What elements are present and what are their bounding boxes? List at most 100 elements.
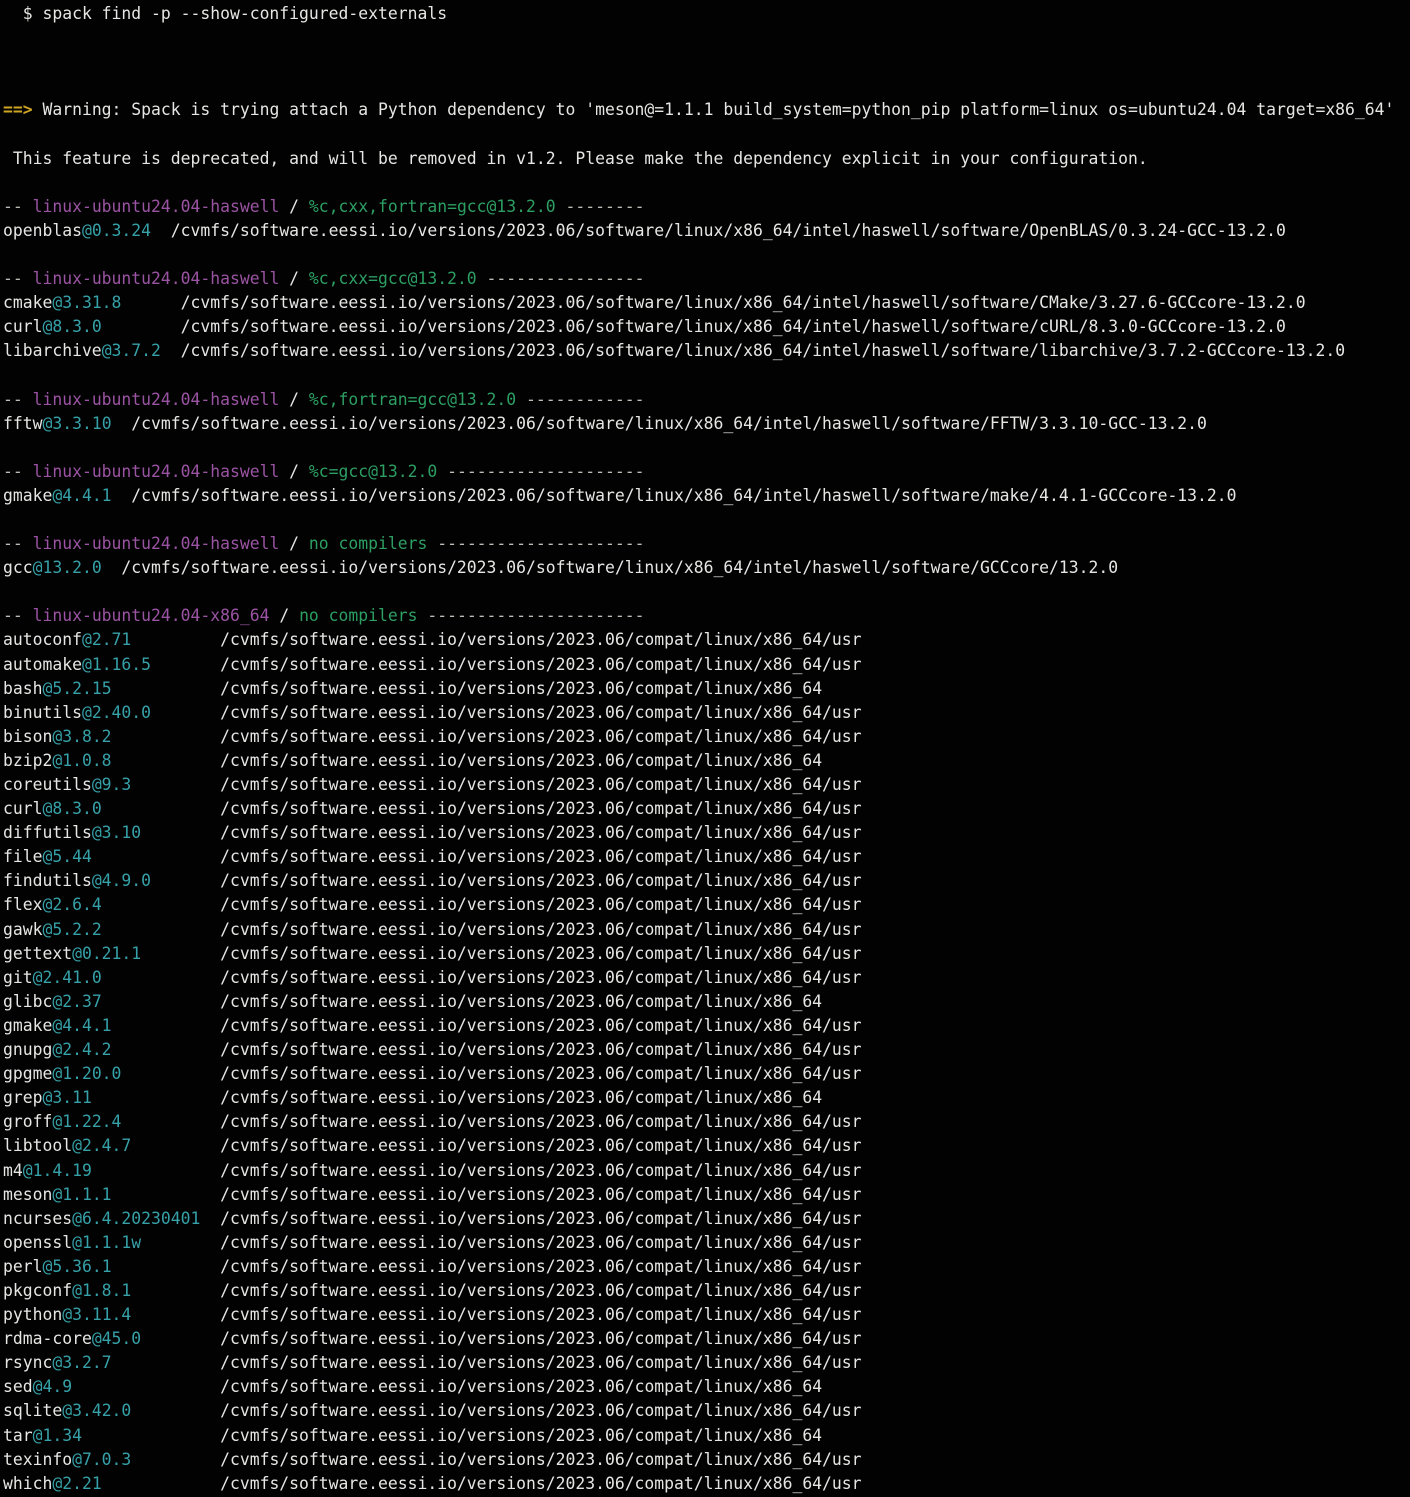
package-path: /cvmfs/software.eessi.io/versions/2023.0… [102, 895, 862, 914]
warning-text-2: This feature is deprecated, and will be … [3, 149, 1148, 168]
package-version: @2.6.4 [42, 895, 101, 914]
package-path: /cvmfs/software.eessi.io/versions/2023.0… [92, 1088, 822, 1107]
section-dashes: -------- [556, 197, 645, 216]
package-path: /cvmfs/software.eessi.io/versions/2023.0… [121, 1112, 861, 1131]
package-name: sed [3, 1377, 33, 1396]
package-name: coreutils [3, 775, 92, 794]
package-path: /cvmfs/software.eessi.io/versions/2023.0… [121, 1064, 861, 1083]
package-path: /cvmfs/software.eessi.io/versions/2023.0… [102, 920, 862, 939]
package-version: @2.40.0 [82, 703, 151, 722]
package-row: rdma-core@45.0 /cvmfs/software.eessi.io/… [3, 1327, 1410, 1351]
section-compilers: %c,fortran=gcc@13.2.0 [309, 390, 516, 409]
package-row: sqlite@3.42.0 /cvmfs/software.eessi.io/v… [3, 1399, 1410, 1423]
package-row: diffutils@3.10 /cvmfs/software.eessi.io/… [3, 821, 1410, 845]
package-version: @3.2.7 [52, 1353, 111, 1372]
package-name: bzip2 [3, 751, 52, 770]
package-name: diffutils [3, 823, 92, 842]
section-header-prefix: -- [3, 269, 33, 288]
package-version: @2.4.7 [72, 1136, 131, 1155]
blank-line [3, 50, 1410, 74]
package-name: meson [3, 1185, 52, 1204]
section-separator: / [279, 534, 309, 553]
package-row: openblas@0.3.24 /cvmfs/software.eessi.io… [3, 219, 1410, 243]
package-version: @7.0.3 [72, 1450, 131, 1469]
package-row: gnupg@2.4.2 /cvmfs/software.eessi.io/ver… [3, 1038, 1410, 1062]
warning-line-2: This feature is deprecated, and will be … [3, 147, 1410, 171]
blank-line [3, 243, 1410, 267]
package-row: pkgconf@1.8.1 /cvmfs/software.eessi.io/v… [3, 1279, 1410, 1303]
package-name: gettext [3, 944, 72, 963]
package-row: git@2.41.0 /cvmfs/software.eessi.io/vers… [3, 966, 1410, 990]
section-header: -- linux-ubuntu24.04-haswell / %c,cxx=gc… [3, 267, 1410, 291]
section-header: -- linux-ubuntu24.04-x86_64 / no compile… [3, 604, 1410, 628]
section-separator: / [279, 197, 309, 216]
command-line: $ spack find -p --show-configured-extern… [3, 2, 1410, 26]
package-path: /cvmfs/software.eessi.io/versions/2023.0… [102, 992, 822, 1011]
package-version: @5.44 [42, 847, 91, 866]
package-version: @3.31.8 [52, 293, 121, 312]
section-compilers: %c=gcc@13.2.0 [309, 462, 437, 481]
package-row: meson@1.1.1 /cvmfs/software.eessi.io/ver… [3, 1183, 1410, 1207]
package-path: /cvmfs/software.eessi.io/versions/2023.0… [151, 221, 1286, 240]
package-name: pkgconf [3, 1281, 72, 1300]
section-platform: linux-ubuntu24.04-x86_64 [33, 606, 270, 625]
section-separator: / [279, 390, 309, 409]
package-name: automake [3, 655, 82, 674]
section-compilers: no compilers [299, 606, 417, 625]
package-row: rsync@3.2.7 /cvmfs/software.eessi.io/ver… [3, 1351, 1410, 1375]
package-path: /cvmfs/software.eessi.io/versions/2023.0… [92, 1161, 862, 1180]
package-version: @1.1.1 [52, 1185, 111, 1204]
section-header: -- linux-ubuntu24.04-haswell / %c,fortra… [3, 388, 1410, 412]
package-name: sqlite [3, 1401, 62, 1420]
package-row: curl@8.3.0 /cvmfs/software.eessi.io/vers… [3, 797, 1410, 821]
package-version: @45.0 [92, 1329, 141, 1348]
package-name: groff [3, 1112, 52, 1131]
section-separator: / [269, 606, 299, 625]
package-name: findutils [3, 871, 92, 890]
section-compilers: %c,cxx,fortran=gcc@13.2.0 [309, 197, 556, 216]
package-row: gmake@4.4.1 /cvmfs/software.eessi.io/ver… [3, 1014, 1410, 1038]
package-row: libtool@2.4.7 /cvmfs/software.eessi.io/v… [3, 1134, 1410, 1158]
package-row: tar@1.34 /cvmfs/software.eessi.io/versio… [3, 1424, 1410, 1448]
package-version: @0.3.24 [82, 221, 151, 240]
package-path: /cvmfs/software.eessi.io/versions/2023.0… [161, 341, 1345, 360]
package-name: m4 [3, 1161, 23, 1180]
section-platform: linux-ubuntu24.04-haswell [33, 197, 280, 216]
sections: -- linux-ubuntu24.04-haswell / %c,cxx,fo… [3, 195, 1410, 1497]
package-path: /cvmfs/software.eessi.io/versions/2023.0… [102, 558, 1118, 577]
section-platform: linux-ubuntu24.04-haswell [33, 462, 280, 481]
package-version: @2.71 [82, 630, 131, 649]
package-name: openblas [3, 221, 82, 240]
package-row: which@2.21 /cvmfs/software.eessi.io/vers… [3, 1472, 1410, 1496]
package-path: /cvmfs/software.eessi.io/versions/2023.0… [112, 1185, 862, 1204]
section-dashes: ---------------------- [417, 606, 644, 625]
package-version: @1.16.5 [82, 655, 151, 674]
section-compilers: %c,cxx=gcc@13.2.0 [309, 269, 477, 288]
warning-line-1: ==> Warning: Spack is trying attach a Py… [3, 98, 1410, 122]
package-version: @1.0.8 [52, 751, 111, 770]
warning-arrow-icon: ==> [3, 100, 33, 119]
section-dashes: ---------------- [477, 269, 645, 288]
package-name: which [3, 1474, 52, 1493]
package-version: @5.2.2 [42, 920, 101, 939]
package-path: /cvmfs/software.eessi.io/versions/2023.0… [141, 1233, 861, 1252]
package-version: @3.10 [92, 823, 141, 842]
package-row: groff@1.22.4 /cvmfs/software.eessi.io/ve… [3, 1110, 1410, 1134]
package-path: /cvmfs/software.eessi.io/versions/2023.0… [112, 414, 1207, 433]
package-path: /cvmfs/software.eessi.io/versions/2023.0… [131, 630, 861, 649]
package-path: /cvmfs/software.eessi.io/versions/2023.0… [200, 1209, 861, 1228]
terminal-output[interactable]: $ spack find -p --show-configured-extern… [0, 0, 1410, 1497]
package-row: grep@3.11 /cvmfs/software.eessi.io/versi… [3, 1086, 1410, 1110]
blank-line [3, 436, 1410, 460]
section-header-prefix: -- [3, 462, 33, 481]
package-row: bison@3.8.2 /cvmfs/software.eessi.io/ver… [3, 725, 1410, 749]
package-name: libarchive [3, 341, 102, 360]
package-path: /cvmfs/software.eessi.io/versions/2023.0… [121, 293, 1305, 312]
package-row: coreutils@9.3 /cvmfs/software.eessi.io/v… [3, 773, 1410, 797]
package-version: @5.36.1 [42, 1257, 111, 1276]
package-path: /cvmfs/software.eessi.io/versions/2023.0… [92, 847, 862, 866]
package-name: rsync [3, 1353, 52, 1372]
package-name: libtool [3, 1136, 72, 1155]
package-path: /cvmfs/software.eessi.io/versions/2023.0… [151, 655, 862, 674]
section-header-prefix: -- [3, 197, 33, 216]
